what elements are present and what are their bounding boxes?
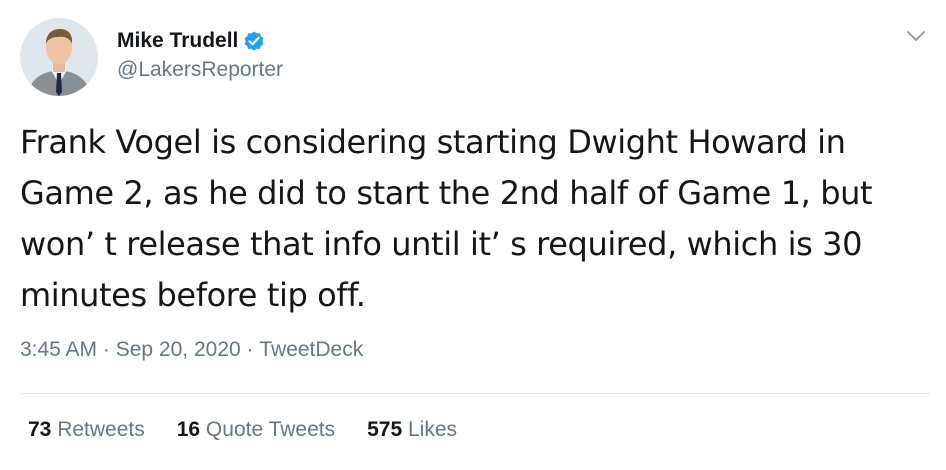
profile-photo-icon [20, 18, 98, 96]
likes-stat[interactable]: 575 Likes [367, 418, 457, 442]
tweet-card: Mike Trudell @LakersReporter Frank Vogel… [0, 0, 946, 470]
likes-count: 575 [367, 418, 403, 441]
author-name-row: Mike Trudell [117, 27, 266, 55]
retweets-label: Retweets [51, 418, 145, 441]
meta-separator: · [240, 338, 260, 361]
display-name[interactable]: Mike Trudell [117, 29, 238, 53]
tweet-time[interactable]: 3:45 AM [20, 338, 97, 362]
tweet-date[interactable]: Sep 20, 2020 [116, 338, 241, 362]
tweet-meta: 3:45 AM · Sep 20, 2020 · TweetDeck [20, 338, 363, 362]
tweet-stats: 73 Retweets 16 Quote Tweets 575 Likes [28, 418, 489, 442]
verified-badge-icon [242, 29, 266, 53]
avatar[interactable] [20, 18, 98, 96]
divider [20, 393, 930, 394]
retweets-stat[interactable]: 73 Retweets [28, 418, 145, 442]
author-handle[interactable]: @LakersReporter [117, 58, 283, 82]
likes-label: Likes [402, 418, 458, 441]
retweets-count: 73 [28, 418, 52, 441]
chevron-down-icon[interactable] [902, 22, 930, 50]
tweet-source[interactable]: TweetDeck [259, 338, 363, 362]
quote-tweets-label: Quote Tweets [200, 418, 336, 441]
quote-tweets-count: 16 [176, 418, 201, 441]
meta-separator: · [97, 338, 116, 361]
quote-tweets-stat[interactable]: 16 Quote Tweets [177, 418, 335, 442]
tweet-text: Frank Vogel is considering starting Dwig… [20, 123, 882, 314]
